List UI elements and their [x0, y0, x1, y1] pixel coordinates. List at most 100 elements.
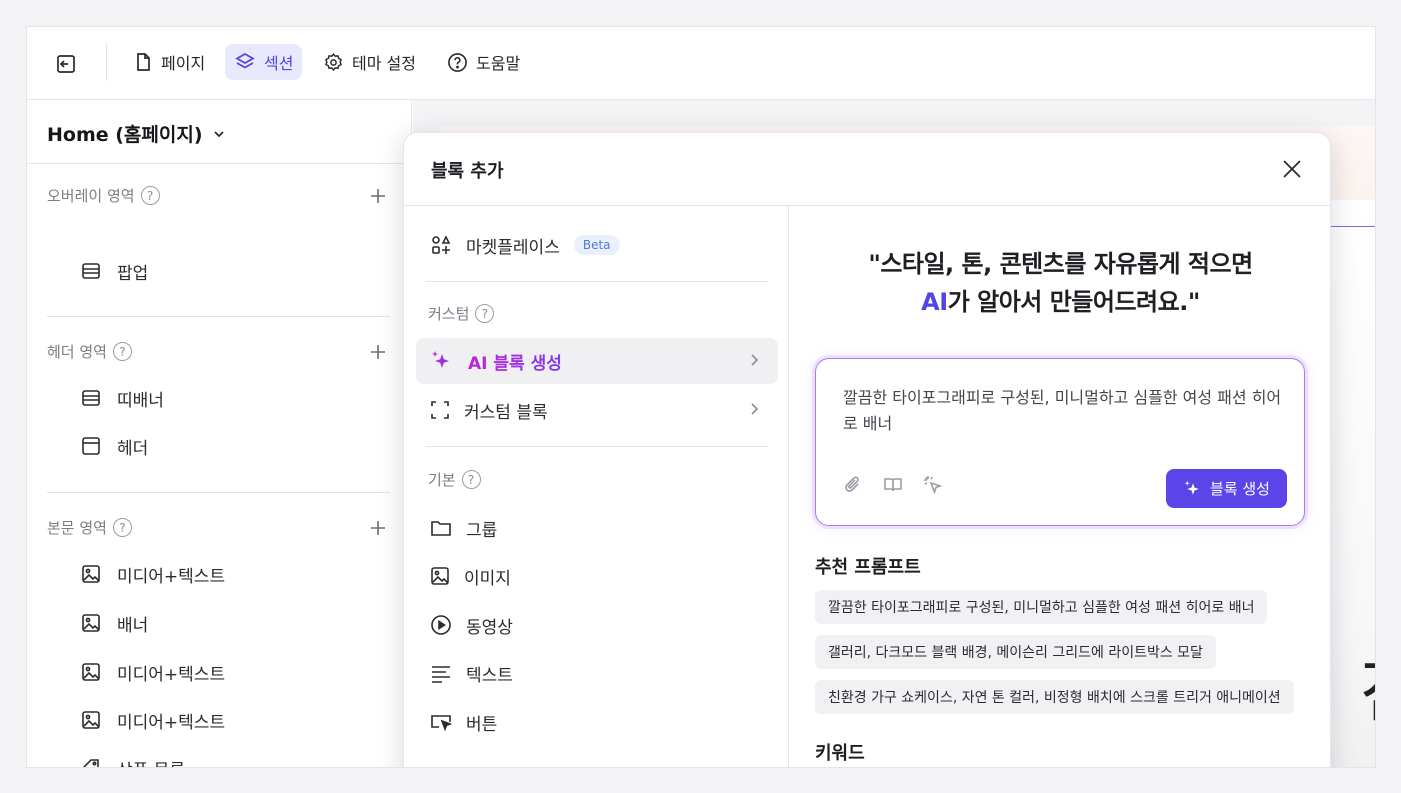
section-title-label: 본문 영역 [47, 519, 107, 537]
menu-item-label: AI 블록 생성 [468, 349, 562, 374]
book-icon[interactable] [883, 475, 903, 495]
sections-panel: Home (홈페이지) 오버레이 영역 ? 팝업 헤더 영역 ? 띠배너 헤더 … [27, 100, 412, 768]
recommended-prompt-chip[interactable]: 깔끔한 타이포그래피로 구성된, 미니멀하고 심플한 여성 패션 히어로 배너 [815, 590, 1268, 624]
menu-item-text[interactable]: 텍스트 [416, 650, 778, 696]
toolbar-pages-button[interactable]: 페이지 [124, 44, 214, 80]
menu-item-label: 커스텀 블록 [464, 402, 548, 423]
generate-button-label: 블록 생성 [1210, 480, 1270, 498]
preview-heading: 진 [1359, 636, 1375, 737]
menu-item-label: 텍스트 [466, 665, 513, 686]
app-frame: 페이지 섹션 테마 설정 도움말 Home (홈페이지) 오버레이 영역 ? 팝… [26, 26, 1376, 768]
image-icon [431, 567, 449, 585]
recommended-prompt-chip[interactable]: 갤러리, 다크모드 블랙 배경, 메이슨리 그리드에 라이트박스 모달 [815, 635, 1216, 669]
menu-item-video[interactable]: 동영상 [416, 602, 778, 648]
panel-divider [27, 163, 412, 164]
prompt-text[interactable]: 깔끔한 타이포그래피로 구성된, 미니멀하고 심플한 여성 패션 히어로 배너 [843, 385, 1283, 437]
section-item-label: 미디어+텍스트 [117, 566, 226, 587]
toolbar-divider [106, 43, 107, 81]
section-title-label: 헤더 영역 [47, 343, 107, 361]
section-item-top-banner[interactable]: 띠배너 [81, 384, 164, 412]
menu-divider [426, 281, 768, 282]
ai-highlight: AI [921, 288, 948, 316]
layout-icon [82, 390, 100, 406]
help-icon[interactable]: ? [112, 342, 132, 361]
help-icon[interactable]: ? [140, 186, 160, 205]
section-item-popup[interactable]: 팝업 [81, 257, 148, 285]
prompt-input[interactable]: 깔끔한 타이포그래피로 구성된, 미니멀하고 심플한 여성 패션 히어로 배너 … [815, 358, 1305, 526]
page-selector[interactable]: Home (홈페이지) [47, 120, 225, 147]
gear-icon [325, 52, 342, 71]
section-item-banner[interactable]: 배너 [81, 609, 148, 637]
menu-item-label: 그룹 [466, 520, 498, 541]
plus-icon [371, 345, 385, 359]
prompt-tools [843, 475, 943, 495]
chevron-right-icon [751, 354, 759, 366]
menu-divider [426, 446, 768, 447]
toolbar-theme-button[interactable]: 테마 설정 [314, 44, 425, 80]
section-title-label: 오버레이 영역 [47, 187, 135, 205]
section-item-label: 상품 목록 [117, 756, 185, 768]
menu-item-marketplace[interactable]: 마켓플레이스 Beta [416, 222, 778, 268]
section-title-body: 본문 영역 ? [47, 517, 132, 538]
attach-icon[interactable] [843, 475, 863, 495]
close-button[interactable] [1278, 155, 1306, 183]
image-icon [82, 663, 100, 681]
exit-button[interactable] [47, 45, 85, 83]
menu-item-label: 동영상 [466, 617, 513, 638]
recommended-prompt-chip[interactable]: 친환경 가구 쇼케이스, 자연 톤 컬러, 비정형 배치에 스크롤 트리거 애니… [815, 680, 1294, 714]
toolbar-sections-button[interactable]: 섹션 [225, 44, 303, 80]
generate-block-button[interactable]: 블록 생성 [1166, 469, 1287, 508]
sparkle-icon [432, 351, 449, 368]
help-icon[interactable]: ? [112, 518, 132, 537]
toolbar-sections-label: 섹션 [264, 54, 294, 73]
menu-item-ai-block[interactable]: AI 블록 생성 [416, 338, 778, 384]
menu-item-label: 버튼 [466, 714, 498, 735]
menu-section-basic: 기본 ? [428, 469, 481, 490]
ai-headline-line1: "스타일, 톤, 콘텐츠를 자유롭게 적으면 [868, 250, 1253, 278]
toolbar-help-button[interactable]: 도움말 [438, 44, 529, 80]
toolbar-pages-label: 페이지 [161, 54, 206, 73]
help-icon [448, 52, 467, 72]
menu-section-label: 커스텀 [428, 305, 470, 323]
beta-badge: Beta [573, 235, 620, 255]
folder-icon [431, 521, 451, 536]
chevron-right-icon [751, 403, 759, 415]
section-item-product-list[interactable]: 상품 목록 [81, 754, 185, 768]
add-body-button[interactable] [367, 517, 389, 539]
section-item-media-text[interactable]: 미디어+텍스트 [81, 658, 225, 686]
help-icon[interactable]: ? [475, 304, 495, 323]
plus-icon [371, 521, 385, 535]
section-item-header[interactable]: 헤더 [81, 432, 148, 460]
file-icon [137, 53, 150, 71]
menu-item-custom-block[interactable]: 커스텀 블록 [416, 387, 778, 433]
marketplace-icon [432, 235, 451, 254]
add-overlay-button[interactable] [367, 185, 389, 207]
menu-item-image[interactable]: 이미지 [416, 553, 778, 599]
section-divider [47, 316, 390, 317]
text-icon [432, 666, 450, 683]
magic-cursor-icon[interactable] [923, 475, 943, 495]
section-item-media-text[interactable]: 미디어+텍스트 [81, 560, 225, 588]
close-icon [1283, 160, 1301, 178]
image-icon [82, 565, 100, 583]
page-selector-label: Home (홈페이지) [47, 124, 203, 146]
tag-icon [82, 759, 99, 767]
image-icon [82, 711, 100, 729]
section-item-media-text[interactable]: 미디어+텍스트 [81, 706, 225, 734]
menu-item-label: 마켓플레이스 [466, 237, 560, 258]
section-item-label: 헤더 [117, 438, 149, 459]
menu-section-custom: 커스텀 ? [428, 303, 495, 324]
menu-item-group[interactable]: 그룹 [416, 505, 778, 551]
section-item-label: 팝업 [117, 263, 149, 284]
menu-item-label: 이미지 [464, 568, 511, 589]
menu-item-button[interactable]: 버튼 [416, 699, 778, 745]
add-header-button[interactable] [367, 341, 389, 363]
top-toolbar: 페이지 섹션 테마 설정 도움말 [27, 27, 1375, 100]
section-title-overlay: 오버레이 영역 ? [47, 185, 160, 206]
menu-section-label: 기본 [428, 471, 456, 489]
help-icon[interactable]: ? [461, 470, 481, 489]
keywords-title: 키워드 [815, 743, 865, 764]
recommended-title: 추천 프롬프트 [815, 557, 921, 578]
ai-headline-rest: 가 알아서 만들어드려요." [947, 288, 1201, 316]
modal-title: 블록 추가 [431, 161, 504, 182]
